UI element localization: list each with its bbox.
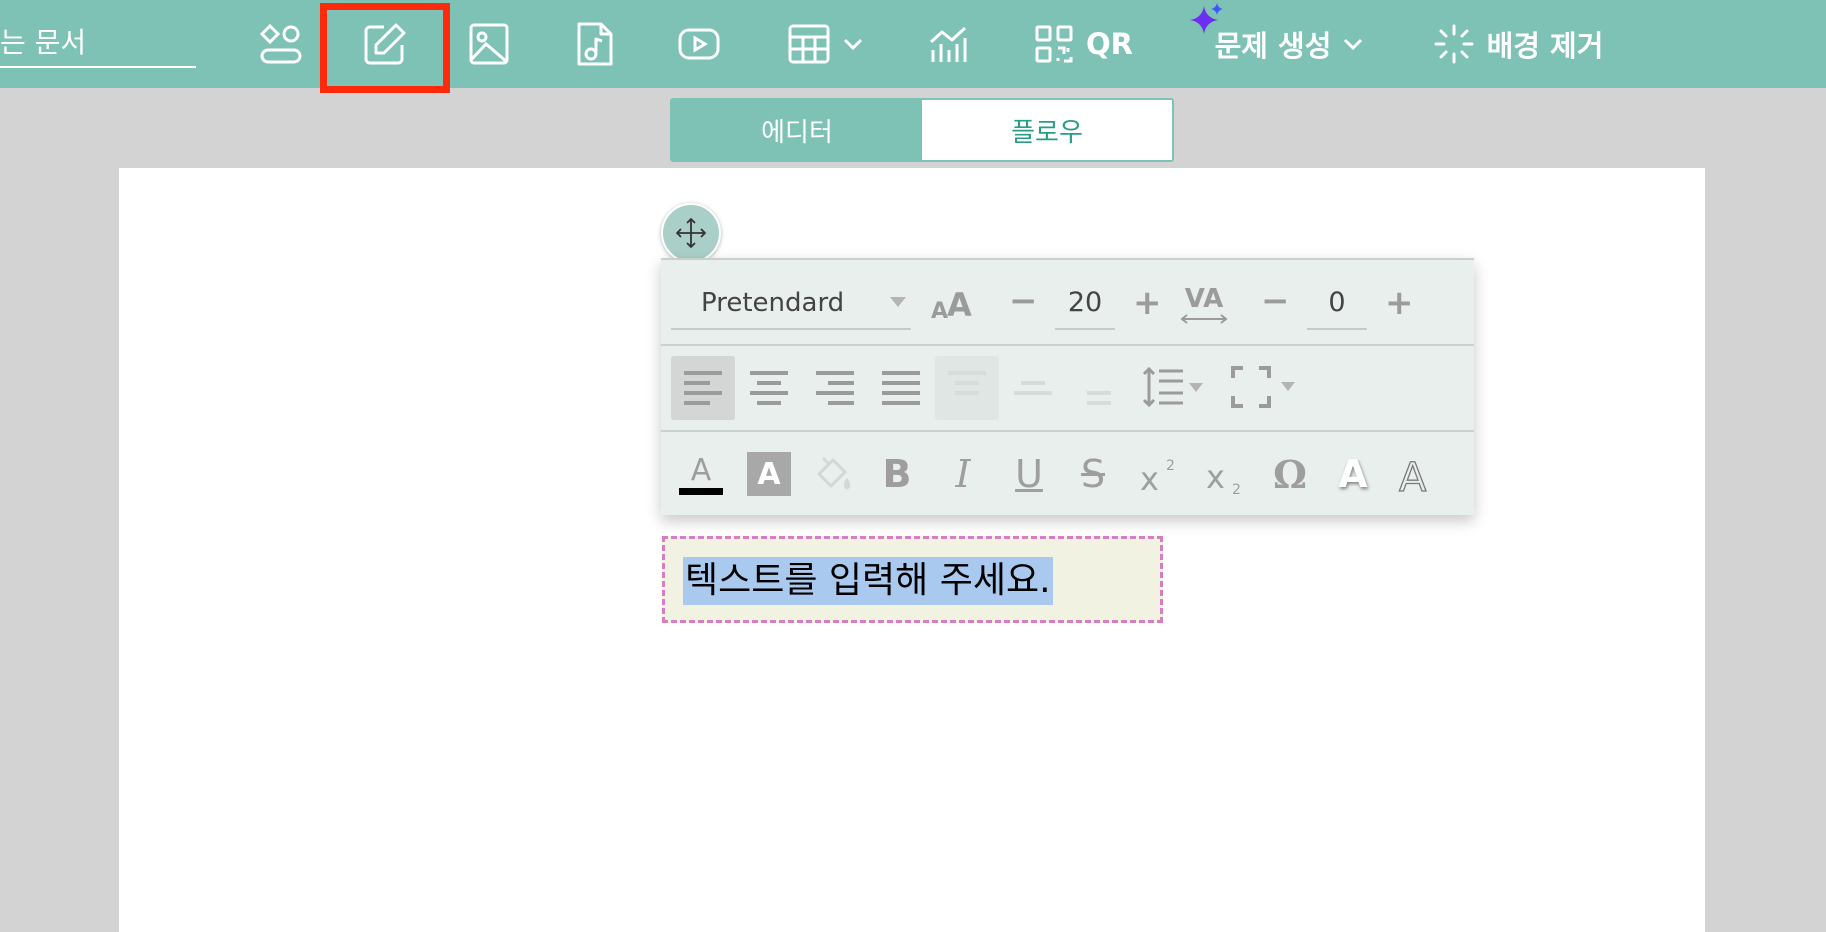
text-highlight-button[interactable]: A	[747, 452, 791, 496]
letter-spacing-icon: VA	[1179, 282, 1229, 328]
qr-button[interactable]: QR	[1034, 0, 1140, 88]
padding-button[interactable]	[1229, 364, 1305, 410]
mode-switch: 에디터 플로우	[670, 98, 1174, 162]
letter-spacing-input[interactable]: 0	[1307, 276, 1367, 330]
chart-icon	[929, 26, 967, 62]
bold-icon: B	[882, 452, 912, 496]
caret-down-icon	[890, 297, 906, 307]
text-highlight-icon: A	[757, 456, 781, 492]
text-edit-button[interactable]	[356, 0, 414, 88]
edit-icon	[364, 23, 406, 65]
omega-icon: Ω	[1273, 451, 1307, 497]
text-shadow-button[interactable]: A	[1331, 450, 1375, 498]
tab-flow[interactable]: 플로우	[922, 100, 1172, 160]
align-left-button[interactable]	[679, 368, 727, 408]
svg-text:A: A	[931, 299, 948, 322]
svg-text:x: x	[1206, 458, 1225, 496]
vertical-align-bottom-button[interactable]	[1075, 368, 1123, 408]
bold-button[interactable]: B	[875, 450, 919, 498]
line-height-icon	[1142, 366, 1203, 408]
italic-icon: I	[955, 452, 971, 496]
background-remove-icon	[1434, 24, 1474, 64]
image-button[interactable]	[466, 0, 512, 88]
text-style-row: A A B I U S x 2 x 2 Ω A A	[661, 432, 1474, 517]
line-height-button[interactable]	[1141, 364, 1209, 410]
underline-icon: U	[1015, 452, 1043, 496]
align-justify-button[interactable]	[877, 368, 925, 408]
align-left-icon	[684, 371, 722, 405]
image-icon	[469, 23, 509, 65]
vertical-align-middle-icon	[1014, 381, 1052, 395]
shapes-icon	[259, 23, 302, 64]
video-button[interactable]	[676, 0, 722, 88]
paragraph-row	[661, 346, 1474, 432]
font-size-decrease-button[interactable]: −	[1009, 284, 1038, 318]
text-outline-icon: A	[1398, 454, 1427, 495]
text-color-button[interactable]: A	[679, 450, 723, 498]
italic-button[interactable]: I	[941, 450, 985, 498]
align-center-icon	[750, 371, 788, 405]
audio-file-icon	[577, 22, 613, 66]
table-icon	[788, 24, 830, 64]
text-box[interactable]: 텍스트를 입력해 주세요.	[662, 536, 1163, 623]
font-family-value: Pretendard	[701, 288, 845, 318]
paint-bucket-icon	[817, 456, 850, 490]
shapes-button[interactable]	[252, 0, 310, 88]
chart-button[interactable]	[926, 0, 970, 88]
move-handle[interactable]	[661, 203, 721, 263]
align-center-button[interactable]	[745, 368, 793, 408]
font-size-increase-button[interactable]: +	[1133, 286, 1162, 320]
text-shadow-icon: A	[1338, 452, 1368, 496]
letter-spacing-decrease-button[interactable]: −	[1261, 284, 1290, 318]
video-icon	[678, 28, 720, 60]
font-family-select[interactable]: Pretendard	[671, 276, 911, 330]
superscript-button[interactable]: x 2	[1137, 450, 1185, 498]
problem-generate-button[interactable]: 문제 생성	[1208, 0, 1370, 88]
svg-text:A: A	[947, 286, 972, 322]
qr-icon	[1035, 25, 1073, 63]
move-icon	[676, 218, 706, 248]
vertical-align-top-button[interactable]	[943, 368, 991, 408]
svg-text:2: 2	[1232, 482, 1241, 496]
text-format-panel: Pretendard A A − 20 + VA − 0 + A A B I U…	[661, 258, 1474, 515]
top-toolbar: 는 문서 QR 문제 생성 배경 제거	[0, 0, 1826, 93]
font-row: Pretendard A A − 20 + VA − 0 +	[661, 260, 1474, 346]
font-size-input[interactable]: 20	[1055, 276, 1115, 330]
background-remove-label: 배경 제거	[1486, 29, 1604, 63]
align-justify-icon	[882, 371, 920, 405]
vertical-align-top-icon	[948, 371, 986, 395]
font-size-icon: A A	[929, 284, 975, 324]
strikethrough-icon: S	[1080, 452, 1106, 496]
strikethrough-button[interactable]: S	[1071, 450, 1115, 498]
svg-text:x: x	[1140, 460, 1159, 496]
align-right-icon	[816, 371, 854, 405]
text-outline-button[interactable]: A	[1395, 450, 1439, 498]
vertical-align-middle-button[interactable]	[1009, 368, 1057, 408]
document-title[interactable]: 는 문서	[0, 26, 196, 68]
svg-text:A: A	[1399, 455, 1427, 495]
text-color-swatch	[679, 487, 723, 495]
text-color-icon: A	[690, 452, 712, 488]
special-char-button[interactable]: Ω	[1265, 450, 1315, 498]
underline-button[interactable]: U	[1007, 450, 1051, 498]
chevron-down-icon	[843, 38, 863, 51]
table-button[interactable]	[784, 0, 866, 88]
background-remove-button[interactable]: 배경 제거	[1430, 0, 1606, 88]
subscript-icon: x 2	[1206, 458, 1241, 496]
tab-editor[interactable]: 에디터	[672, 100, 922, 160]
svg-text:2: 2	[1166, 458, 1175, 474]
superscript-icon: x 2	[1140, 458, 1175, 496]
subscript-button[interactable]: x 2	[1203, 450, 1251, 498]
vertical-align-bottom-icon	[1087, 391, 1111, 405]
chevron-down-icon	[1344, 38, 1363, 51]
letter-spacing-increase-button[interactable]: +	[1385, 286, 1414, 320]
align-right-button[interactable]	[811, 368, 859, 408]
problem-generate-label: 문제 생성	[1214, 29, 1332, 63]
text-box-content[interactable]: 텍스트를 입력해 주세요.	[683, 557, 1053, 605]
fill-color-button[interactable]	[811, 452, 855, 496]
audio-button[interactable]	[574, 0, 616, 88]
qr-label: QR	[1086, 27, 1133, 61]
padding-frame-icon	[1231, 366, 1295, 408]
letter-spacing-label: VA	[1184, 284, 1224, 314]
